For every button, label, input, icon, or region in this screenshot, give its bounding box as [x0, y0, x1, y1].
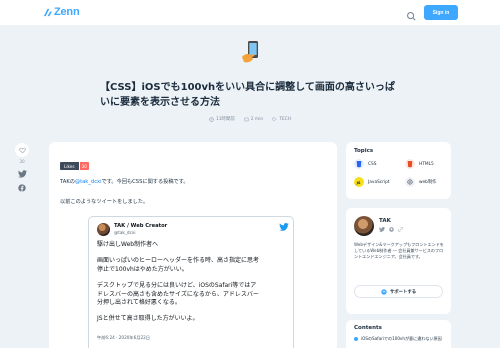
svg-text:JS: JS — [356, 181, 361, 185]
logo-text: Zenn — [54, 6, 80, 18]
github-icon[interactable] — [389, 227, 394, 232]
meta-reading-time: 2 min — [244, 116, 263, 122]
book-icon — [244, 117, 249, 121]
tweet-line: 画面いっぱいのヒーローヘッダーを作る時、高さ指定に思考 — [97, 257, 260, 265]
article-title: 【CSS】iOSでも100vhをいい具合に調整して画面の高さいっぱいに要素を表示… — [100, 82, 395, 108]
tweet-line: 駆け出しWeb制作者へ — [97, 241, 159, 248]
zenn-logo-icon — [43, 8, 52, 16]
javascript-icon: JS — [354, 177, 364, 187]
css-icon — [354, 159, 364, 169]
meta-date: 11時間前 — [209, 116, 235, 122]
tag-icon — [272, 117, 277, 121]
article-tags: Likes 30 — [60, 162, 89, 170]
topics-title: Topics — [354, 148, 374, 154]
author-name[interactable]: TAK — [379, 218, 391, 224]
author-avatar[interactable] — [354, 216, 374, 236]
article-meta: 11時間前 2 min TECH — [0, 116, 500, 122]
heart-icon — [18, 147, 26, 153]
topic-css[interactable]: CSS — [354, 159, 376, 169]
intro-paragraph: TAKの@tak_dcxiです。今回もCSSに関する投稿です。 — [60, 179, 189, 185]
mobile-phone-icon — [242, 41, 258, 63]
tweet-avatar[interactable] — [97, 223, 110, 236]
meta-type: TECH — [272, 116, 291, 122]
link-icon[interactable] — [398, 227, 403, 232]
tag-label[interactable]: Likes — [60, 162, 79, 170]
article-body: Likes 30 TAKの@tak_dcxiです。今回もCSSに関する投稿です。… — [49, 142, 337, 348]
zenn-logo[interactable]: Zenn — [43, 6, 80, 18]
contents-card: Contents iOSのSafariでの100vhが意に違わない原因 — [346, 320, 451, 348]
tweet-line: デスクトップで見る分には良いけど、iOSのSafari等ではア — [97, 282, 257, 290]
tweet-line: JSと併せて高さ取得した方がいいよ。 — [97, 315, 199, 323]
facebook-share-icon[interactable] — [18, 184, 26, 192]
tweet-date[interactable]: 午前6:24 · 2020年6月22日 — [97, 335, 150, 341]
tweet-line: 停止で100vhはやめた方がいい。 — [97, 265, 188, 273]
sign-in-button[interactable]: Sign in — [424, 5, 458, 20]
embedded-tweet[interactable]: TAK / Web Creator @tak_dcxi 駆け出しWeb制作者へ … — [88, 216, 294, 348]
tweet-author-handle[interactable]: @tak_dcxi — [114, 230, 136, 235]
author-card: TAK Webデザイン&マークアップもフロントエンドをしているWeb制作者 ― … — [346, 208, 451, 314]
author-bio: Webデザイン&マークアップもフロントエンドをしているWeb制作者 ― 会社員兼… — [354, 242, 444, 260]
side-actions: 30 — [15, 143, 29, 192]
author-mention-link[interactable]: @tak_dcxi — [75, 179, 102, 185]
topic-web[interactable]: web制作 — [405, 177, 436, 187]
tweet-text: 駆け出しWeb制作者へ 画面いっぱいのヒーローヘッダーを作る時、高さ指定に思考 … — [97, 241, 289, 324]
twitter-icon[interactable] — [279, 223, 289, 231]
toc-bullet — [354, 337, 358, 341]
tweet-line: ドレスバーの高さも含めたサイズになるから、アドレスバー — [97, 290, 259, 298]
topics-card: Topics CSS HTML5 JS JavaScript web制作 — [346, 142, 451, 199]
html5-icon — [405, 159, 415, 169]
support-icon — [381, 288, 387, 295]
twitter-icon[interactable] — [379, 227, 385, 232]
search-icon — [407, 12, 416, 21]
topic-html5[interactable]: HTML5 — [405, 159, 434, 169]
paragraph: 以前このようなツイートをしました。 — [60, 199, 149, 205]
author-social-links — [379, 227, 403, 232]
top-header: Zenn Sign in — [0, 0, 500, 25]
twitter-share-icon[interactable] — [17, 170, 27, 178]
toc-item[interactable]: iOSのSafariでの100vhが意に違わない原因 — [354, 336, 446, 341]
clock-icon — [209, 116, 214, 122]
search-button[interactable] — [406, 7, 417, 21]
topic-javascript[interactable]: JS JavaScript — [354, 177, 390, 187]
support-button[interactable]: サポートする — [354, 285, 443, 298]
tweet-line: 分押し出されて格好悪くなる。 — [97, 299, 181, 307]
like-count: 30 — [19, 159, 25, 164]
tag-count: 30 — [79, 162, 89, 170]
contents-title: Contents — [354, 325, 382, 331]
like-button[interactable] — [15, 143, 29, 157]
web-icon — [405, 177, 415, 187]
tweet-author-name[interactable]: TAK / Web Creator — [114, 223, 167, 229]
